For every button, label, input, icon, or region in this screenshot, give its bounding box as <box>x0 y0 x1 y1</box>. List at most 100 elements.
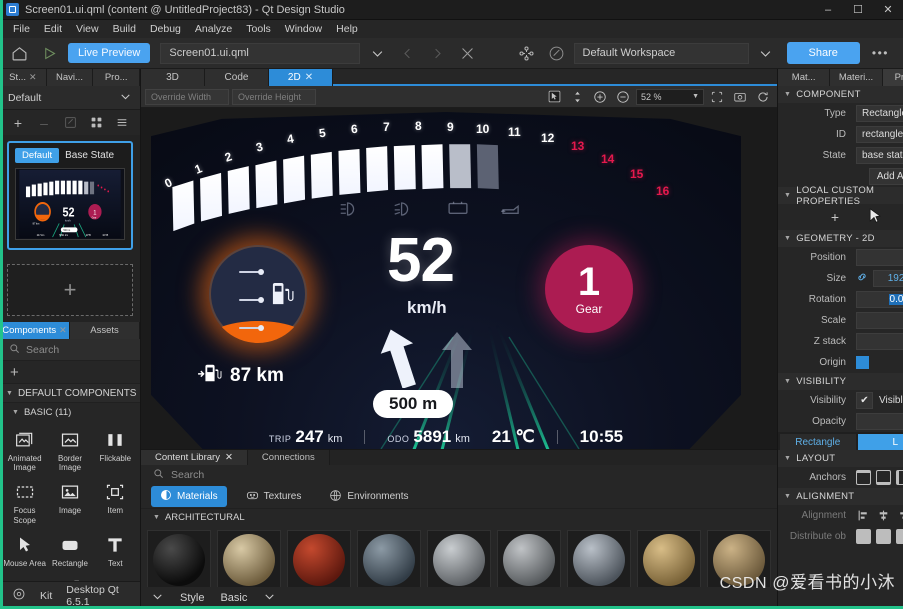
section-geometry-2d[interactable]: ▼ GEOMETRY - 2D <box>778 230 903 247</box>
workspace-chevron-down-icon[interactable] <box>753 46 779 61</box>
zstack-input[interactable]: 0 <box>856 333 903 350</box>
tab-material-browser[interactable]: Mat... <box>778 69 831 86</box>
chevron-down-icon[interactable] <box>364 46 390 61</box>
tab-properties[interactable]: Pr... ✕ <box>882 69 903 86</box>
override-height-input[interactable]: Override Height <box>232 88 316 105</box>
cluster-artboard[interactable]: 0 1 2 3 4 5 6 7 8 9 10 11 12 13 14 15 16… <box>151 112 741 449</box>
close-icon[interactable]: ✕ <box>59 325 67 336</box>
grid-view-icon[interactable] <box>84 113 108 133</box>
components-search[interactable]: Search <box>0 339 140 361</box>
tab-states[interactable]: St... ✕ <box>0 69 47 86</box>
design-canvas[interactable]: 0 1 2 3 4 5 6 7 8 9 10 11 12 13 14 15 16… <box>141 108 777 449</box>
align-right-icon[interactable] <box>896 508 903 523</box>
state-value[interactable]: base state <box>856 147 903 164</box>
anchor-bottom-icon[interactable] <box>876 470 891 485</box>
chevron-down-icon[interactable] <box>119 90 132 106</box>
tab-material-editor[interactable]: Materi... <box>830 69 883 86</box>
refresh-icon[interactable] <box>753 87 773 107</box>
section-basic[interactable]: ▼ BASIC (11) <box>0 402 140 421</box>
subtab-rectangle[interactable]: Rectangle <box>780 434 856 450</box>
tab-assets[interactable]: Assets <box>70 322 140 339</box>
component-focus-scope[interactable]: Focus Scope <box>2 477 47 527</box>
chevron-down-icon[interactable] <box>151 590 164 606</box>
anchor-top-icon[interactable] <box>856 470 871 485</box>
component-border-image[interactable]: Border Image <box>47 425 92 475</box>
component-text-input[interactable]: Text Input <box>47 573 92 581</box>
distribute-center-icon[interactable] <box>876 529 891 544</box>
align-center-icon[interactable] <box>876 508 891 523</box>
edit-icon[interactable] <box>58 113 82 133</box>
maximize-button[interactable]: ☐ <box>843 0 873 20</box>
chevron-left-icon[interactable] <box>394 42 420 65</box>
tab-3d[interactable]: 3D <box>141 69 205 86</box>
tab-connections[interactable]: Connections <box>247 450 330 466</box>
component-item[interactable]: Item <box>93 477 138 527</box>
section-alignment[interactable]: ▼ ALIGNMENT <box>778 488 903 505</box>
chevron-down-icon[interactable]: ▼ <box>692 93 699 100</box>
menu-analyze[interactable]: Analyze <box>188 22 239 36</box>
menu-file[interactable]: File <box>6 22 37 36</box>
close-button[interactable]: ✕ <box>873 0 903 20</box>
component-animated-image[interactable]: Animated Image <box>2 425 47 475</box>
tab-2d[interactable]: 2D ✕ <box>269 69 333 86</box>
menu-build[interactable]: Build <box>106 22 143 36</box>
play-icon[interactable] <box>36 42 62 65</box>
filter-materials[interactable]: Materials <box>151 486 227 508</box>
gear-icon[interactable] <box>12 587 26 604</box>
list-view-icon[interactable] <box>110 113 134 133</box>
material-thumbnail[interactable] <box>427 529 491 588</box>
close-icon[interactable] <box>454 42 480 65</box>
section-architectural[interactable]: ▼ ARCHITECTURAL <box>141 508 777 526</box>
opacity-input[interactable] <box>856 413 903 430</box>
section-visibility[interactable]: ▼ VISIBILITY <box>778 373 903 390</box>
tab-components[interactable]: Components ✕ <box>0 322 70 339</box>
content-library-search[interactable]: Search <box>141 465 777 485</box>
scale-input[interactable] <box>856 312 903 329</box>
check-icon[interactable]: ✔ <box>856 392 873 409</box>
component-mouse-area[interactable]: Mouse Area <box>2 530 47 571</box>
menu-debug[interactable]: Debug <box>143 22 188 36</box>
override-width-input[interactable]: Override Width <box>145 88 229 105</box>
nodes-icon[interactable] <box>514 42 540 65</box>
material-thumbnail[interactable] <box>707 529 771 588</box>
align-left-icon[interactable] <box>856 508 871 523</box>
subtab-layout[interactable]: L <box>857 434 903 450</box>
menu-edit[interactable]: Edit <box>37 22 69 36</box>
add-custom-property-button[interactable]: + <box>831 209 839 225</box>
section-component[interactable]: ▼ COMPONENT <box>778 86 903 103</box>
annotation-icon[interactable] <box>544 42 570 65</box>
rotation-input[interactable]: 0.00 <box>856 291 903 308</box>
component-rectangle[interactable]: Rectangle <box>47 530 92 571</box>
distribute-right-icon[interactable] <box>896 529 903 544</box>
menu-window[interactable]: Window <box>278 22 329 36</box>
more-options-button[interactable]: ••• <box>864 46 897 60</box>
spinner-icon[interactable] <box>567 87 587 107</box>
zoom-level-input[interactable]: 52 % ▼ <box>636 88 704 105</box>
workspace-selector[interactable]: Default Workspace <box>573 42 749 64</box>
component-text[interactable]: Text <box>93 530 138 571</box>
add-annotation-button[interactable]: Add Annot <box>868 168 903 185</box>
section-default-components[interactable]: ▼ DEFAULT COMPONENTS <box>0 383 140 402</box>
add-state-button[interactable]: + <box>6 113 30 133</box>
chevron-right-icon[interactable] <box>424 42 450 65</box>
component-text-edit[interactable]: Text Edit <box>2 573 47 581</box>
camera-icon[interactable] <box>730 87 750 107</box>
material-thumbnail[interactable] <box>497 529 561 588</box>
filter-textures[interactable]: Textures <box>237 486 311 508</box>
material-thumbnail[interactable] <box>357 529 421 588</box>
origin-selector[interactable] <box>856 356 869 369</box>
kit-value[interactable]: Desktop Qt 6.5.1 <box>66 584 128 608</box>
section-local-custom-properties[interactable]: ▼ LOCAL CUSTOM PROPERTIES <box>778 185 903 207</box>
home-icon[interactable] <box>6 42 32 65</box>
component-flickable[interactable]: Flickable <box>93 425 138 475</box>
material-thumbnail[interactable] <box>147 529 211 588</box>
style-chevron-down-icon[interactable] <box>263 590 276 606</box>
tab-navigator[interactable]: Navi... <box>46 69 94 86</box>
add-state-placeholder[interactable]: + <box>7 264 133 316</box>
size-width-input[interactable]: 1920 <box>873 270 903 287</box>
id-input[interactable]: rectangle <box>856 126 903 143</box>
tab-projects[interactable]: Pro... <box>93 69 141 86</box>
zoom-out-icon[interactable] <box>613 87 633 107</box>
menu-help[interactable]: Help <box>329 22 365 36</box>
type-value[interactable]: Rectangle <box>856 105 903 122</box>
